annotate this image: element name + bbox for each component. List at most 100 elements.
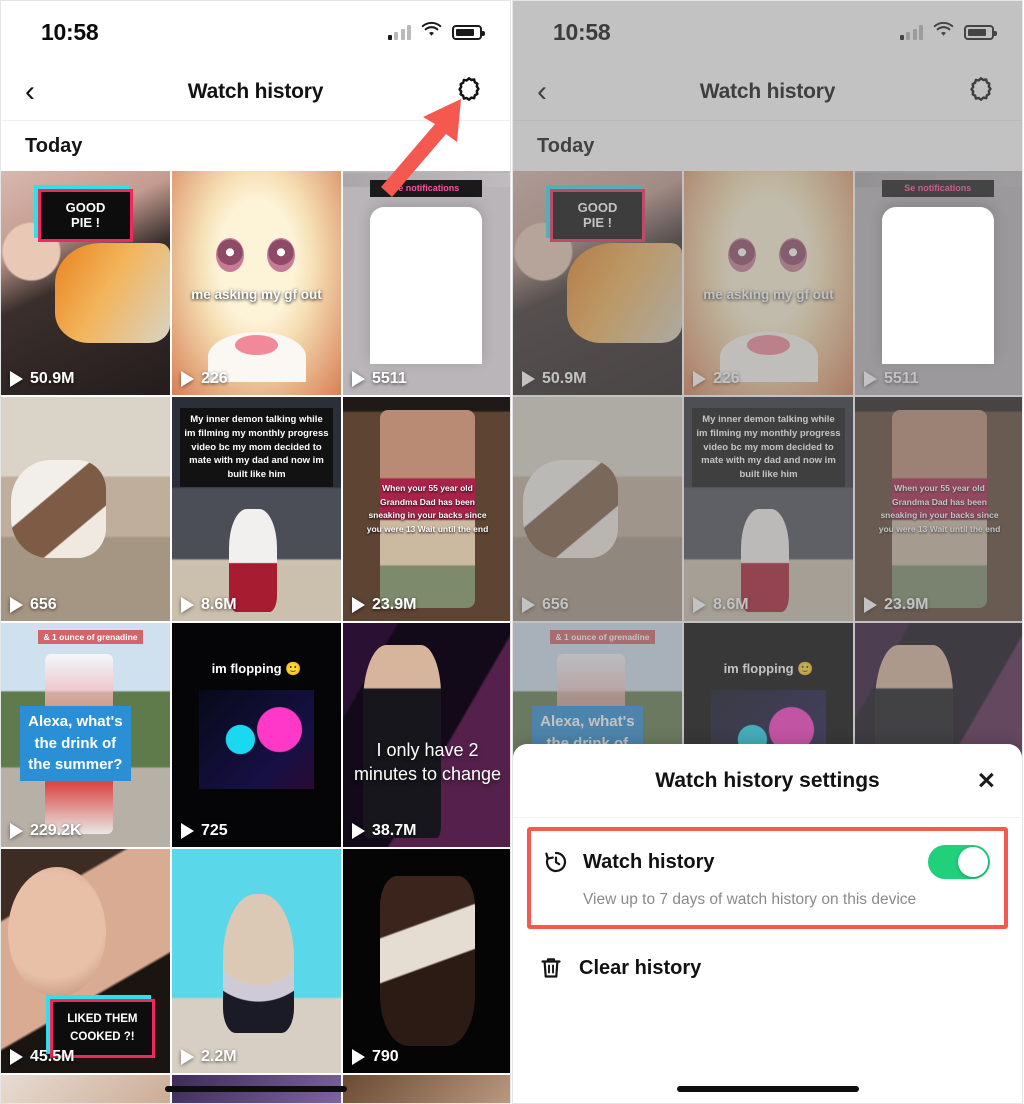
play-icon [352,371,365,387]
view-count: 2.2M [201,1048,237,1065]
home-indicator [676,1086,859,1092]
video-view-count-group: 226 [693,370,740,388]
sheet-body: Watch history View up to 7 days of watch… [513,827,1022,981]
view-count: 5511 [884,370,919,387]
video-view-count-group: 656 [522,596,569,614]
settings-gear-button[interactable] [966,74,996,109]
wifi-icon [933,21,954,43]
video-tile[interactable]: me asking my gf out 226 [172,171,341,395]
battery-icon [452,24,485,40]
status-bar: 10:58 [1,1,510,63]
video-tile[interactable]: GOOD PIE ! 50.9M [1,171,170,395]
video-view-count-group: 656 [10,596,57,614]
video-caption: When your 55 year old Grandma Dad has be… [366,483,489,534]
video-caption: I only have 2 minutes to change [353,740,502,784]
cellular-signal-icon [387,24,411,40]
video-tile[interactable]: My inner demon talking while im filming … [684,397,853,621]
video-view-count-group: 229.2K [10,822,82,840]
play-icon [181,597,194,613]
view-count: 50.9M [30,370,75,387]
play-icon [181,1049,194,1065]
status-bar-time: 10:58 [553,18,611,45]
view-count: 790 [372,1048,399,1065]
clear-history-row[interactable]: Clear history [527,929,1008,981]
play-icon [522,371,535,387]
video-caption: My inner demon talking while im filming … [692,408,845,488]
video-caption: Se notifications [882,179,994,197]
video-tile[interactable]: My inner demon talking while im filming … [172,397,341,621]
view-count: 229.2K [30,822,82,839]
video-caption: me asking my gf out [703,287,834,303]
video-tile[interactable]: im flopping 🙂 725 [172,623,341,847]
back-button[interactable]: ‹ [537,76,567,107]
video-caption: My inner demon talking while im filming … [180,408,333,488]
video-caption: Alexa, what's the drink of the summer? [19,705,132,782]
video-tile[interactable]: When your 55 year old Grandma Dad has be… [855,397,1022,621]
video-tile[interactable]: When your 55 year old Grandma Dad has be… [343,397,510,621]
video-view-count-group: 23.9M [352,596,416,614]
video-tile[interactable]: Se notifications 5511 [855,171,1022,395]
video-caption: GOOD PIE ! [38,188,133,242]
video-tile[interactable]: me asking my gf out 226 [684,171,853,395]
video-view-count-group: 38.7M [352,822,416,840]
nav-bar: ‹ Watch history [513,63,1022,121]
video-caption: me asking my gf out [191,287,322,303]
view-count: 5511 [372,370,407,387]
watch-history-label: Watch history [583,850,715,873]
sheet-header: Watch history settings ✕ [513,744,1022,818]
play-icon [181,823,194,839]
video-tile[interactable]: 790 [343,849,510,1073]
video-caption: im flopping 🙂 [723,661,814,677]
watch-history-toggle[interactable] [928,845,990,879]
play-icon [181,371,194,387]
video-caption-top: & 1 ounce of grenadine [550,629,655,644]
video-thumbnail [172,623,341,847]
view-count: 23.9M [372,596,417,613]
video-view-count-group: 8.6M [181,596,237,614]
video-tile[interactable]: LIKED THEM COOKED ?! 45.5M [1,849,170,1073]
wifi-icon [421,21,442,43]
play-icon [10,371,23,387]
page-title: Watch history [699,79,836,103]
watch-history-row-highlight: Watch history View up to 7 days of watch… [527,827,1008,929]
video-tile[interactable]: 2.2M [172,849,341,1073]
view-count: 38.7M [372,822,417,839]
video-view-count-group: 50.9M [522,370,586,388]
video-tile[interactable]: 656 [513,397,682,621]
video-view-count-group: 50.9M [10,370,74,388]
video-thumbnail [513,397,682,621]
left-phone-panel: 10:58 ‹ Watch history Today GOOD PIE ! 5… [0,0,511,1104]
back-button[interactable]: ‹ [25,76,55,107]
status-bar-time: 10:58 [41,18,99,45]
play-icon [864,597,877,613]
video-tile[interactable]: 656 [1,397,170,621]
screenshot-root: 10:58 ‹ Watch history Today GOOD PIE ! 5… [0,0,1024,1104]
video-tile[interactable]: & 1 ounce of grenadine Alexa, what's the… [1,623,170,847]
video-thumbnail [855,171,1022,395]
watch-history-row[interactable]: Watch history [543,845,990,879]
video-thumbnail [172,171,341,395]
video-view-count-group: 45.5M [10,1048,74,1066]
video-thumbnail [343,623,510,847]
status-bar-icons [387,21,485,43]
play-icon [352,597,365,613]
video-tile-partial[interactable] [343,1075,510,1103]
close-icon[interactable]: ✕ [977,769,996,792]
view-count: 23.9M [884,596,929,613]
clear-history-label: Clear history [579,956,702,979]
video-view-count-group: 725 [181,822,228,840]
section-header-label: Today [537,134,595,157]
play-icon [693,597,706,613]
play-icon [10,823,23,839]
video-tile-partial[interactable] [1,1075,170,1103]
video-tile[interactable]: GOOD PIE ! 50.9M [513,171,682,395]
video-view-count-group: 5511 [352,370,407,388]
play-icon [522,597,535,613]
video-grid: GOODPIE ! 50.9M me asking my gf out 226 [1,171,510,1103]
view-count: 8.6M [713,596,749,613]
video-tile[interactable]: I only have 2 minutes to change 38.7M [343,623,510,847]
status-bar: 10:58 [513,1,1022,63]
view-count: 226 [713,370,740,387]
video-view-count-group: 23.9M [864,596,928,614]
video-tile[interactable]: Se notifications 5511 [343,171,510,395]
